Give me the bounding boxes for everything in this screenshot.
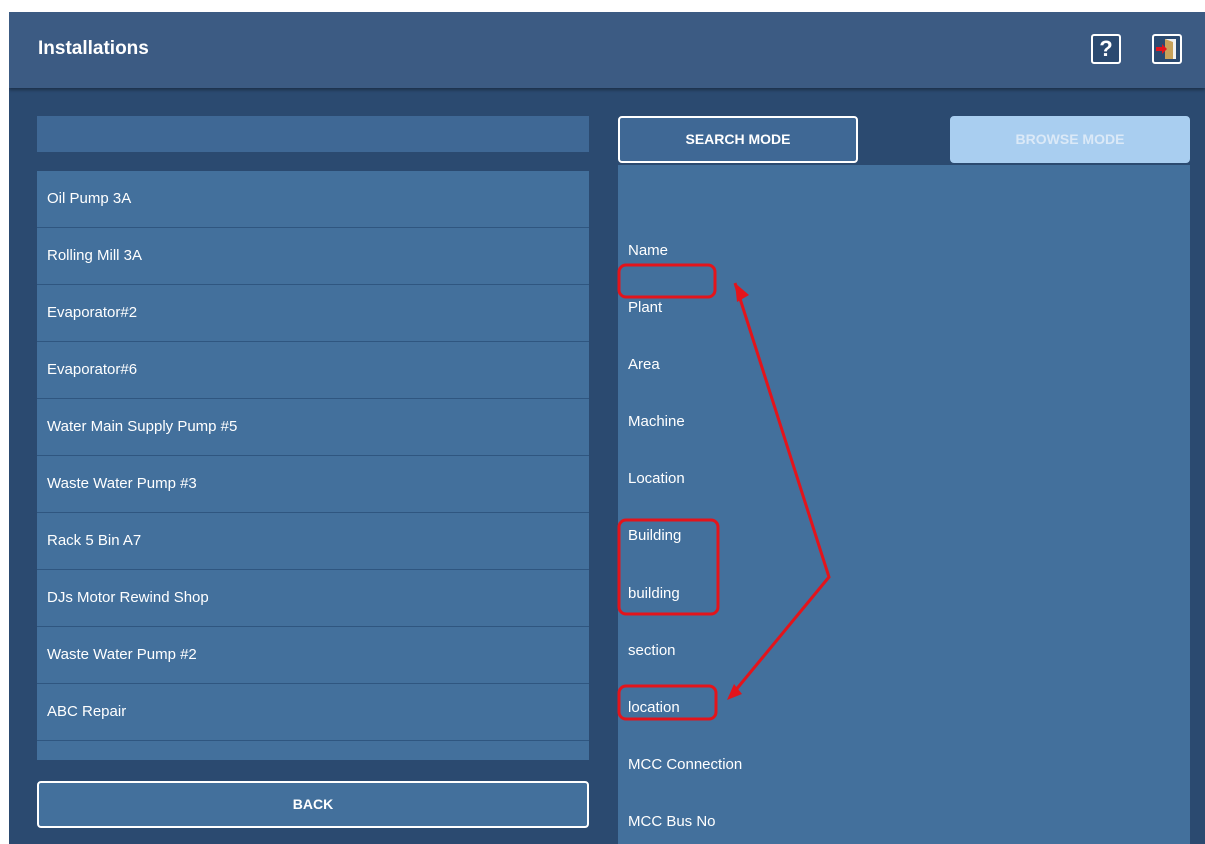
installation-list-item[interactable]: Evaporator#2 [37, 285, 589, 342]
search-mode-button[interactable]: SEARCH MODE [618, 116, 858, 163]
search-field-item[interactable]: Location [628, 470, 685, 487]
installation-list-item[interactable]: Water Main Supply Pump #5 [37, 399, 589, 456]
installation-list-item[interactable]: Waste Water Pump #3 [37, 456, 589, 513]
installation-list-item[interactable]: DJs Motor Rewind Shop [37, 570, 589, 627]
installation-list-item[interactable]: Rack 5 Bin A7 [37, 513, 589, 570]
search-input[interactable] [37, 116, 589, 152]
search-field-item[interactable]: Area [628, 356, 660, 373]
search-field-item[interactable]: location [628, 699, 680, 716]
question-mark-icon: ? [1099, 36, 1113, 61]
header-bar: Installations ? [9, 12, 1205, 88]
app-window: Installations ? Oil Pump 3A Rolling Mill … [9, 12, 1205, 844]
browse-mode-button[interactable]: BROWSE MODE [950, 116, 1190, 163]
installation-list-item[interactable]: Rolling Mill 3A [37, 228, 589, 285]
search-field-item[interactable]: MCC Connection [628, 756, 742, 773]
search-field-item[interactable]: Building [628, 527, 681, 544]
installation-list-item[interactable]: Waste Water Pump #2 [37, 627, 589, 684]
installation-list-item[interactable]: Oil Pump 3A [37, 171, 589, 228]
search-field-item[interactable]: section [628, 642, 676, 659]
installation-list: Oil Pump 3A Rolling Mill 3A Evaporator#2 Ev… [37, 171, 589, 760]
search-field-item[interactable]: building [628, 585, 680, 602]
back-button[interactable]: BACK [37, 781, 589, 828]
installation-list-item[interactable]: Evaporator#6 [37, 342, 589, 399]
search-field-item[interactable]: MCC Bus No [628, 813, 716, 830]
page-title: Installations [38, 38, 149, 59]
search-field-list: Name Plant Area Machine Location Building buil… [618, 165, 1190, 844]
search-field-item[interactable]: Name [628, 242, 668, 259]
search-field-item[interactable]: Plant [628, 299, 662, 316]
installation-list-item[interactable]: ABC Repair [37, 684, 589, 741]
help-button[interactable]: ? [1091, 34, 1121, 64]
exit-door-icon [1156, 39, 1176, 59]
search-field-item[interactable]: Machine [628, 413, 685, 430]
exit-button[interactable] [1152, 34, 1182, 64]
